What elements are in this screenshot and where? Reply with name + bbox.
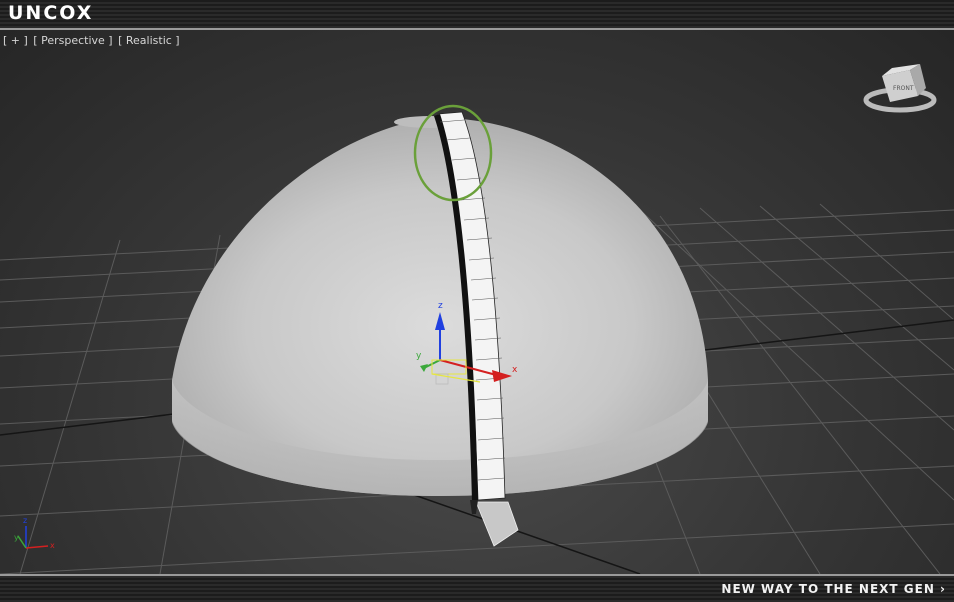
- gizmo-z-label: z: [438, 301, 443, 311]
- gizmo-x-label: x: [512, 365, 518, 375]
- shading-mode-button[interactable]: [ Realistic ]: [118, 34, 180, 47]
- view-cube[interactable]: FRONT: [863, 64, 937, 113]
- gizmo-y-label: y: [416, 351, 422, 361]
- corner-x-label: x: [50, 541, 55, 550]
- brand-header: UNCOX: [0, 0, 954, 30]
- footer-tagline: NEW WAY TO THE NEXT GEN ›: [721, 582, 946, 596]
- viewport-menu-button[interactable]: [ + ]: [3, 34, 28, 47]
- brand-logo: UNCOX: [8, 2, 94, 24]
- viewport-label: [ + ] [ Perspective ] [ Realistic ]: [3, 34, 182, 47]
- view-cube-face-label: FRONT: [893, 85, 914, 92]
- viewport-scene[interactable]: z x y FRONT z x y: [0, 30, 954, 574]
- corner-y-label: y: [14, 533, 19, 542]
- perspective-viewport[interactable]: z x y FRONT z x y [ + ] [ Perspective ] …: [0, 30, 954, 574]
- corner-z-label: z: [23, 516, 27, 525]
- view-mode-button[interactable]: [ Perspective ]: [33, 34, 112, 47]
- corner-axis-tripod: z x y: [14, 516, 55, 550]
- brand-footer: NEW WAY TO THE NEXT GEN ›: [0, 574, 954, 602]
